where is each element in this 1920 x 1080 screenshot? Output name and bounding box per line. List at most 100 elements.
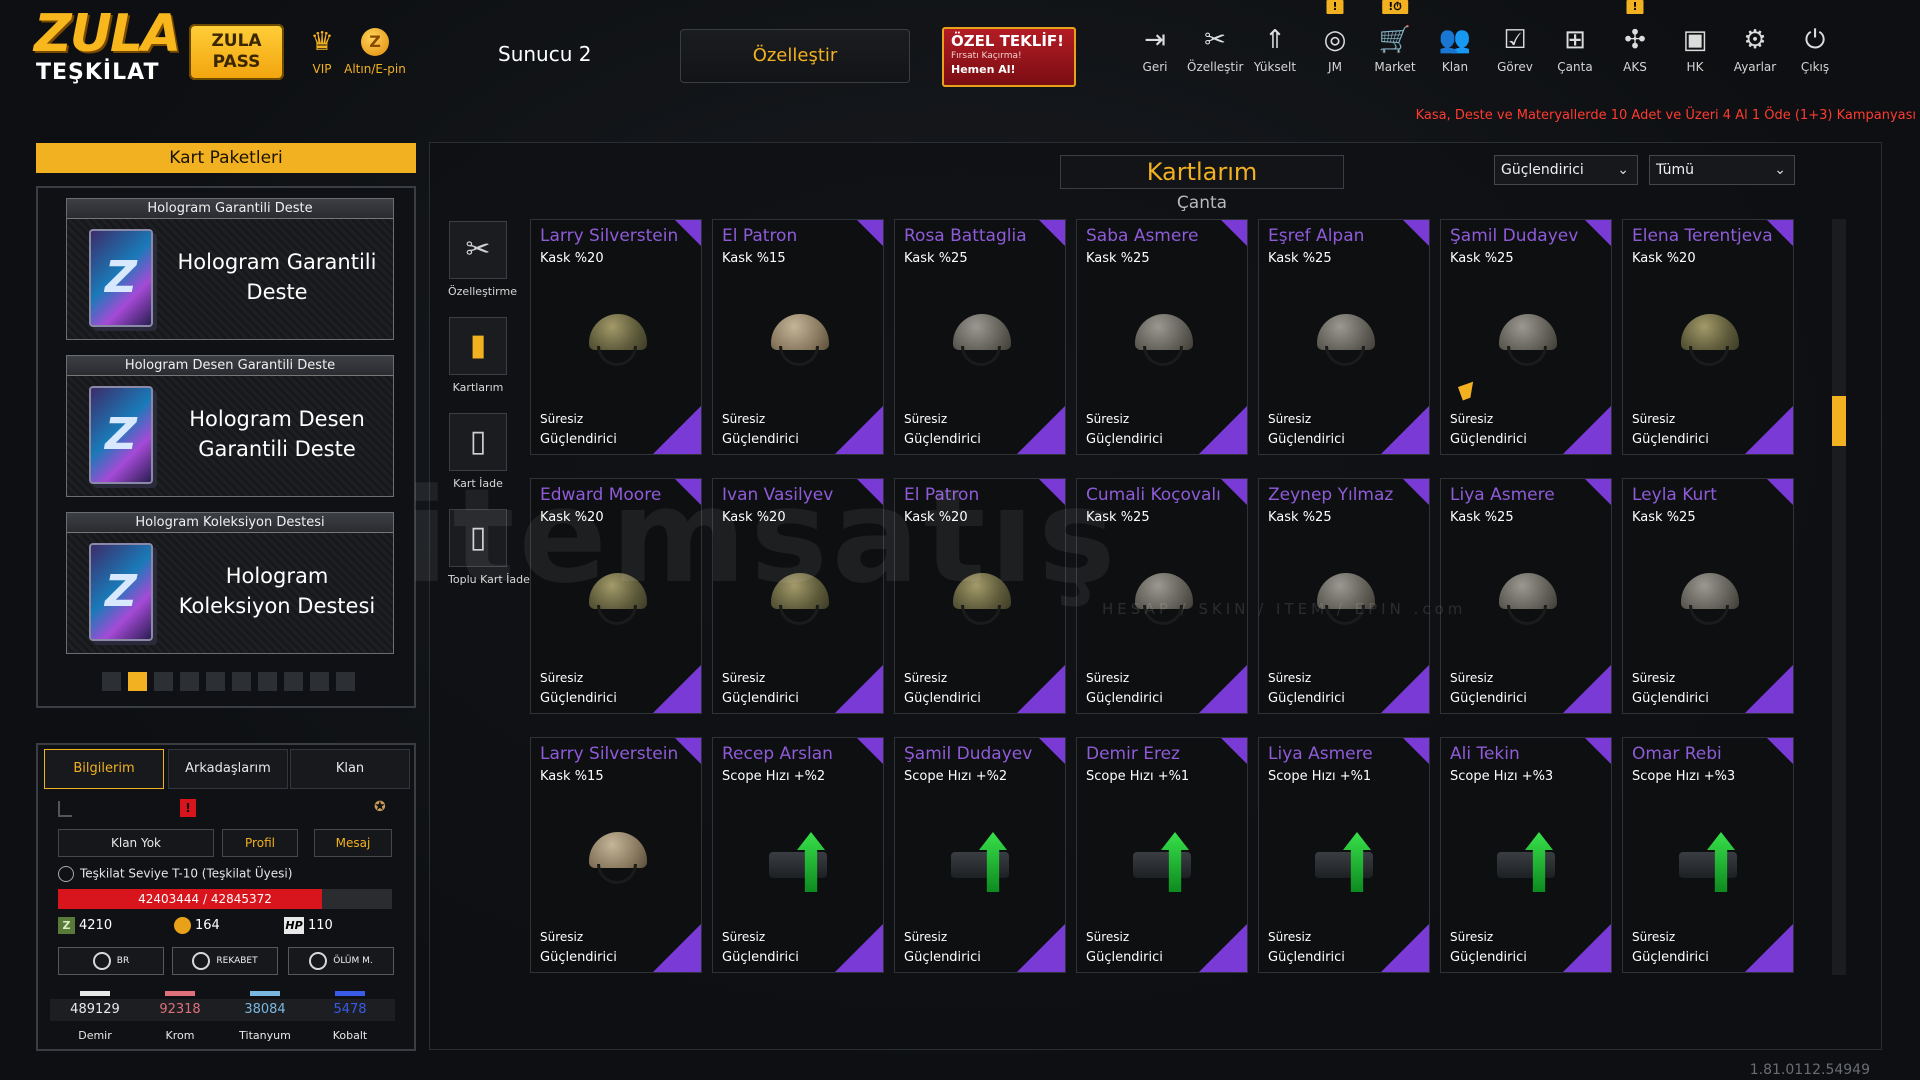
pagination-dot[interactable]	[206, 672, 225, 691]
card-duration: Süresiz	[1268, 412, 1312, 426]
card-duration: Süresiz	[1086, 412, 1130, 426]
deck-header: Hologram Garantili Deste	[67, 199, 393, 219]
booster-card[interactable]: Eşref Alpan Kask %25 Süresiz Güçlendirici	[1258, 219, 1430, 455]
pagination-dot[interactable]	[180, 672, 199, 691]
card-corner-accent	[1199, 406, 1247, 454]
helmet-icon	[1497, 314, 1559, 366]
nav-cart[interactable]: !⏱ 🛒 Market	[1367, 0, 1423, 82]
tool-card[interactable]: ▮ Kartlarım	[448, 317, 508, 394]
booster-card[interactable]: Rosa Battaglia Kask %25 Süresiz Güçlendiric…	[894, 219, 1066, 455]
pagination-dot[interactable]	[310, 672, 329, 691]
card-stat: Kask %25	[1268, 510, 1332, 525]
material-item: 489129 Demir	[50, 991, 140, 1042]
pagination-dot[interactable]	[154, 672, 173, 691]
tab-0[interactable]: Bilgilerim	[44, 749, 164, 789]
card-character-name: Zeynep Yılmaz	[1268, 485, 1394, 505]
card-corner-accent	[1381, 406, 1429, 454]
card-duration: Süresiz	[722, 930, 766, 944]
booster-card[interactable]: Demir Erez Scope Hızı +%1 Süresiz Güçlendir…	[1076, 737, 1248, 973]
chevron-down-icon: ⌄	[1617, 162, 1629, 178]
scope-filter-dropdown[interactable]: Tümü ⌄	[1649, 155, 1795, 185]
scope-upgrade-icon	[1311, 832, 1381, 902]
deck-item[interactable]: Hologram Desen Garantili Deste Z Hologram …	[66, 355, 394, 497]
card-type: Güçlendirici	[1632, 691, 1709, 706]
booster-card[interactable]: Saba Asmere Kask %25 Süresiz Güçlendirici	[1076, 219, 1248, 455]
vip-label: VIP	[312, 62, 332, 76]
tool-label: Kartlarım	[452, 381, 504, 394]
promo-ticker: Kasa, Deste ve Materyallerde 10 Adet ve …	[1415, 108, 1916, 123]
message-button[interactable]: Mesaj	[314, 829, 392, 857]
booster-card[interactable]: Larry Silverstein Kask %20 Süresiz Güçlendi…	[530, 219, 702, 455]
deck-header: Hologram Desen Garantili Deste	[67, 356, 393, 376]
booster-card[interactable]: Zeynep Yılmaz Kask %25 Süresiz Güçlendirici	[1258, 478, 1430, 714]
booster-card[interactable]: Şamil Dudayev Scope Hızı +%2 Süresiz Güçlen…	[894, 737, 1066, 973]
nav-tools[interactable]: ✂ Özelleştir	[1187, 22, 1243, 82]
card-corner-accent	[1585, 220, 1611, 246]
customize-button[interactable]: Özelleştir	[680, 29, 910, 83]
mode-button[interactable]: BR	[58, 947, 164, 975]
game-logo[interactable]: ZULA TEŞKİLAT	[34, 8, 181, 96]
nav-back[interactable]: ⇥ Geri	[1127, 22, 1183, 82]
nav-clan[interactable]: 👥 Klan	[1427, 22, 1483, 82]
booster-card[interactable]: Liya Asmere Scope Hızı +%1 Süresiz Güçlendi…	[1258, 737, 1430, 973]
booster-card[interactable]: Larry Silverstein Kask %15 Süresiz Güçlendi…	[530, 737, 702, 973]
booster-card[interactable]: Liya Asmere Kask %25 Süresiz Güçlendirici	[1440, 478, 1612, 714]
alert-badge[interactable]: !	[180, 799, 196, 817]
pagination-dot[interactable]	[336, 672, 355, 691]
player-avatar[interactable]	[58, 801, 72, 817]
card-type: Güçlendirici	[1268, 432, 1345, 447]
scrollbar-thumb[interactable]	[1832, 395, 1846, 446]
mode-button[interactable]: ÖLÜM M.	[288, 947, 394, 975]
deck-body: Z Hologram Koleksiyon Destesi	[67, 533, 393, 653]
vip-button[interactable]: ♛ VIP	[302, 28, 342, 76]
pagination-dot[interactable]	[232, 672, 251, 691]
special-offer-banner[interactable]: ÖZEL TEKLİF! Fırsatı Kaçırma! Hemen Al!	[942, 27, 1076, 87]
nav-bag[interactable]: ⊞ Çanta	[1547, 22, 1603, 82]
booster-card[interactable]: Şamil Dudayev Kask %25 Süresiz Güçlendirici	[1440, 219, 1612, 455]
pagination-dot[interactable]	[102, 672, 121, 691]
offer-title: ÖZEL TEKLİF!	[951, 32, 1064, 50]
nav-coins[interactable]: ! ◎ JM	[1307, 0, 1363, 82]
pagination-dot[interactable]	[258, 672, 277, 691]
zula-pass-button[interactable]: ZULA PASS	[189, 24, 284, 80]
material-item: 5478 Kobalt	[305, 991, 395, 1042]
deck-item[interactable]: Hologram Koleksiyon Destesi Z Hologram Kol…	[66, 512, 394, 654]
pagination-dot[interactable]	[128, 672, 147, 691]
pagination-dot[interactable]	[284, 672, 303, 691]
deck-item[interactable]: Hologram Garantili Deste Z Hologram Garant…	[66, 198, 394, 340]
gold-epin-button[interactable]: Z Altın/E-pin	[340, 28, 410, 76]
booster-card[interactable]: Leyla Kurt Kask %25 Süresiz Güçlendirici	[1622, 478, 1794, 714]
profile-button[interactable]: Profil	[222, 829, 298, 857]
booster-card[interactable]: Ali Tekin Scope Hızı +%3 Süresiz Güçlendiri…	[1440, 737, 1612, 973]
booster-card[interactable]: Omar Rebi Scope Hızı +%3 Süresiz Güçlendiri…	[1622, 737, 1794, 973]
watermark-subtext: HESAP / SKIN / ITEM / EPIN .com	[1102, 600, 1467, 618]
type-filter-dropdown[interactable]: Güçlendirici ⌄	[1494, 155, 1638, 185]
booster-card[interactable]: El Patron Kask %15 Süresiz Güçlendirici	[712, 219, 884, 455]
material-value: 489129	[50, 999, 140, 1021]
card-character-name: Recep Arslan	[722, 744, 833, 764]
card-corner-accent	[1199, 665, 1247, 713]
mode-button[interactable]: REKABET	[172, 947, 278, 975]
power-icon: ⏻	[1804, 25, 1826, 55]
deck-title: Hologram Desen Garantili Deste	[189, 407, 365, 461]
nav-hk[interactable]: ▣ HK	[1667, 22, 1723, 82]
card-type: Güçlendirici	[904, 691, 981, 706]
nav-gear[interactable]: ⚙ Ayarlar	[1727, 22, 1783, 82]
card-duration: Süresiz	[904, 930, 948, 944]
booster-card[interactable]: Elena Terentjeva Kask %20 Süresiz Güçlendir…	[1622, 219, 1794, 455]
card-type: Güçlendirici	[1450, 691, 1527, 706]
card-type: Güçlendirici	[540, 691, 617, 706]
tool-tools[interactable]: ✂ Özelleştirme	[448, 221, 517, 298]
booster-card[interactable]: Recep Arslan Scope Hızı +%2 Süresiz Güçlend…	[712, 737, 884, 973]
tab-1[interactable]: Arkadaşlarım	[168, 749, 288, 789]
rank-emblem-icon: ✪	[374, 799, 386, 815]
card-grid-scrollbar[interactable]	[1832, 219, 1846, 975]
nav-upgrade[interactable]: ⇑ Yükselt	[1247, 22, 1303, 82]
tab-2[interactable]: Klan	[290, 749, 410, 789]
card-corner-accent	[1039, 738, 1065, 764]
nav-power[interactable]: ⏻ Çıkış	[1787, 22, 1843, 82]
material-value: 38084	[220, 999, 310, 1021]
nav-task[interactable]: ☑ Görev	[1487, 22, 1543, 82]
card-corner-accent	[1585, 738, 1611, 764]
nav-aks[interactable]: ! ✣ AKS	[1607, 0, 1663, 82]
